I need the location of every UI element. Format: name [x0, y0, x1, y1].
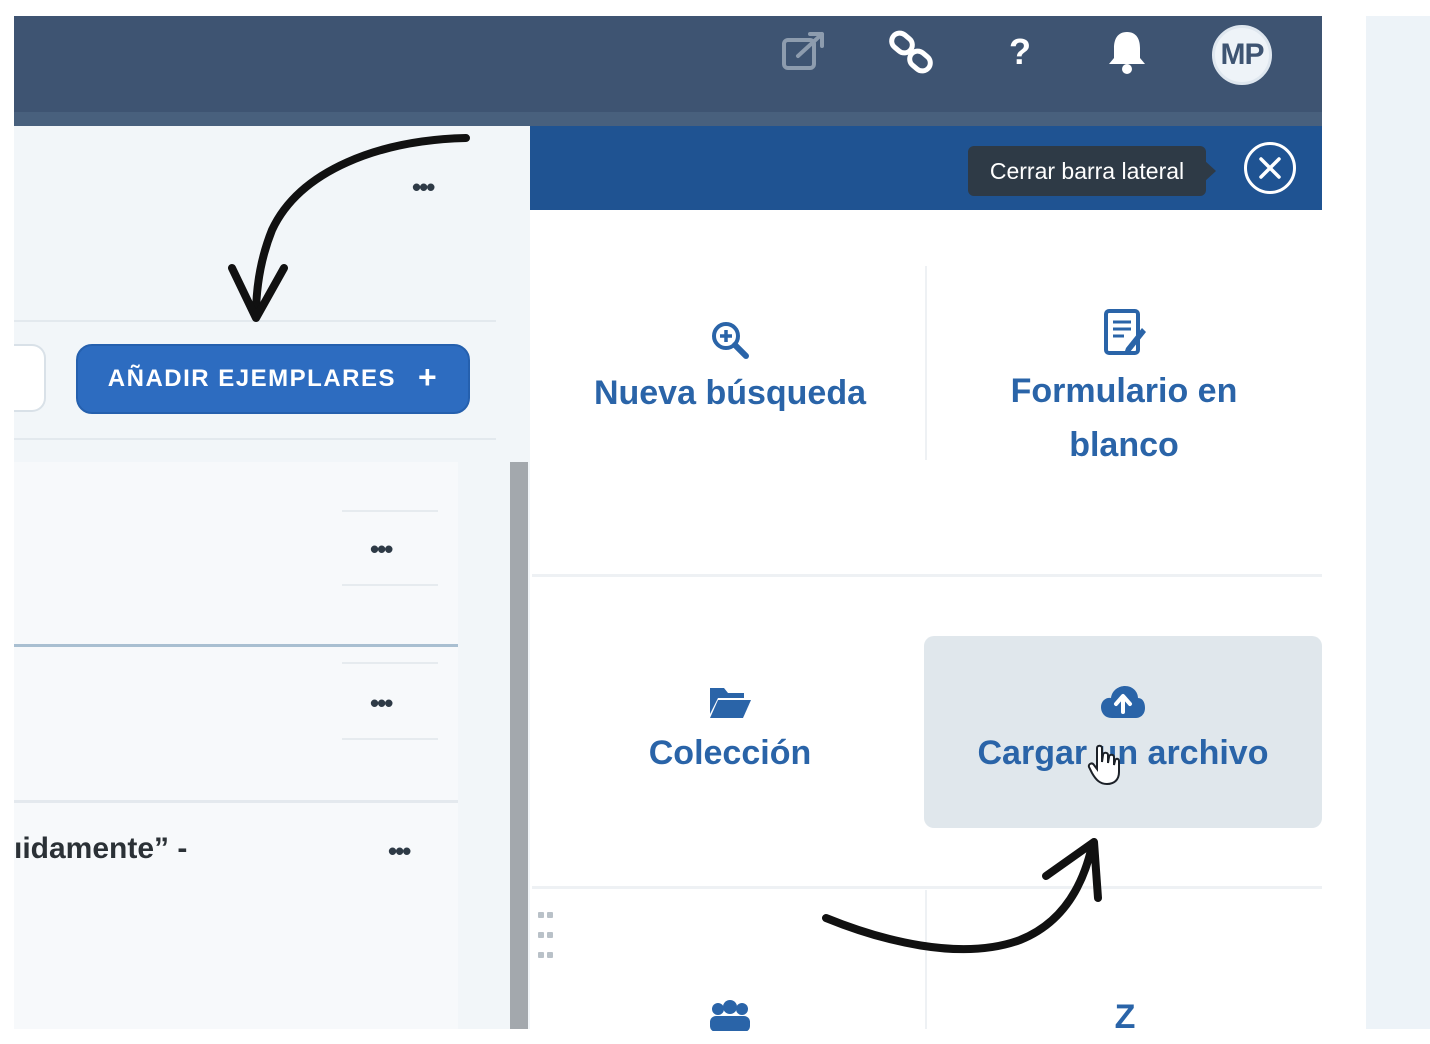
annotation-arrow-to-upload-tile	[822, 842, 1096, 954]
annotation-arrows	[228, 134, 1102, 954]
annotation-arrow-to-add-button	[252, 134, 470, 320]
